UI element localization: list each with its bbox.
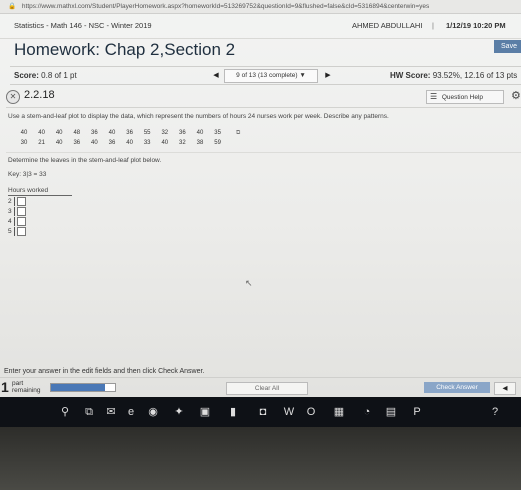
clear-all-button[interactable]: Clear All	[226, 382, 308, 395]
course-name: Statistics - Math 146 - NSC - Winter 201…	[14, 21, 152, 30]
hw-score-label: HW Score:	[390, 71, 431, 80]
parts-label-line1: part	[12, 380, 24, 387]
stem-divider	[14, 217, 15, 226]
url-text[interactable]: https://www.mathxl.com/Student/PlayerHom…	[22, 3, 429, 10]
word-icon[interactable]: W	[282, 405, 296, 419]
question-help-button[interactable]: ☰ Question Help	[426, 90, 504, 104]
taskbar: ⚲ ⧉ ✉ e ◉ ✦ ▣ ▮ ◘ W O ▦ ◔ ▤ P?	[0, 397, 521, 427]
edge-icon[interactable]: e	[124, 405, 138, 419]
progress-fill	[51, 384, 106, 391]
leaf-input[interactable]	[17, 227, 26, 236]
course-header: Statistics - Math 146 - NSC - Winter 201…	[0, 14, 521, 39]
leaf-input[interactable]	[17, 217, 26, 226]
task-view-icon[interactable]: ⧉	[82, 405, 96, 419]
previous-question-button[interactable]: ◀	[210, 67, 222, 84]
cursor-icon: ↖	[245, 278, 253, 288]
divider	[6, 152, 521, 153]
next-arrow-icon: ▶	[325, 72, 331, 79]
partial-credit-icon: ✕	[6, 90, 20, 104]
question-select[interactable]: 9 of 13 (13 complete) ▼	[224, 69, 318, 83]
progress-bar	[50, 383, 116, 392]
chrome-icon[interactable]: ◉	[146, 405, 160, 419]
divider	[0, 377, 521, 378]
user-name[interactable]: AHMED ABDULLAHI	[352, 14, 422, 38]
stem-divider	[14, 227, 15, 236]
address-bar[interactable]: 🔒 https://www.mathxl.com/Student/PlayerH…	[0, 0, 521, 14]
homework-score: HW Score: 93.52%, 12.16 of 13 pts	[390, 67, 517, 84]
dropdown-arrow-icon: ▼	[299, 72, 306, 79]
header-separator: |	[432, 21, 434, 30]
parts-remaining-label: part remaining	[12, 380, 41, 394]
score-value: 0.8 of 1 pt	[41, 71, 77, 80]
parts-label-line2: remaining	[12, 387, 41, 394]
app-icon[interactable]: ✦	[172, 405, 186, 419]
leaf-input[interactable]	[17, 197, 26, 206]
hw-score-value: 93.52%, 12.16 of 13 pts	[432, 71, 518, 80]
score-label: Score:	[14, 71, 39, 80]
plot-header: Hours worked	[8, 187, 72, 196]
back-arrow-icon: ◀	[502, 385, 508, 392]
check-answer-button[interactable]: Check Answer	[424, 382, 490, 393]
next-question-button[interactable]: ▶	[322, 67, 334, 84]
parts-remaining-count: 1	[1, 379, 9, 395]
mail-icon[interactable]: ✉	[104, 405, 118, 419]
instruction-text: Determine the leaves in the stem-and-lea…	[8, 157, 162, 164]
current-datetime: 1/12/19 10:20 PM	[446, 21, 506, 30]
lock-icon: 🔒	[8, 3, 17, 10]
score-bar: Score: 0.8 of 1 pt ◀ 9 of 13 (13 complet…	[10, 66, 521, 85]
back-button[interactable]: ◀	[494, 382, 516, 395]
page-title: Homework: Chap 2,Section 2	[14, 40, 236, 59]
data-value: 59	[214, 140, 221, 146]
powerpoint-icon[interactable]: P	[410, 405, 424, 419]
question-score: Score: 0.8 of 1 pt	[14, 67, 77, 84]
camera-icon[interactable]: ◘	[256, 405, 270, 419]
question-select-value: 9 of 13 (13 complete)	[236, 72, 298, 79]
question-prompt: Use a stem-and-leaf plot to display the …	[8, 113, 389, 120]
save-button[interactable]: Save	[494, 40, 521, 53]
photos-icon[interactable]: ▤	[384, 405, 398, 419]
question-help-label: Question Help	[441, 94, 484, 101]
prev-arrow-icon: ◀	[213, 72, 219, 79]
outlook-icon[interactable]: O	[304, 405, 318, 419]
stem-divider	[14, 207, 15, 216]
stem-divider	[14, 197, 15, 206]
answer-bar: 1 part remaining Clear All Check Answer …	[0, 379, 521, 397]
plot-key: Key: 3|3 = 33	[8, 171, 47, 178]
copy-data-icon[interactable]: ⧉	[236, 130, 240, 137]
calculator-icon[interactable]: ▦	[332, 405, 346, 419]
leaf-input[interactable]	[17, 207, 26, 216]
whatsapp-icon[interactable]: ◔	[360, 405, 374, 419]
divider	[6, 107, 521, 108]
browser-window: 🔒 https://www.mathxl.com/Student/PlayerH…	[0, 0, 521, 397]
search-icon[interactable]: ⚲	[58, 405, 72, 419]
question-header: ✕ 2.2.18 ☰ Question Help ⚙	[6, 88, 521, 106]
question-number: 2.2.18	[24, 89, 55, 101]
flag-icon[interactable]: ▮	[226, 405, 240, 419]
instruction-footer: Enter your answer in the edit fields and…	[4, 368, 205, 375]
list-icon: ☰	[430, 92, 438, 101]
store-icon[interactable]: ▣	[198, 405, 212, 419]
help-icon[interactable]: ?	[488, 405, 502, 419]
data-value: 35	[214, 130, 221, 136]
gear-icon[interactable]: ⚙	[511, 89, 521, 102]
desk-surface	[0, 427, 521, 490]
